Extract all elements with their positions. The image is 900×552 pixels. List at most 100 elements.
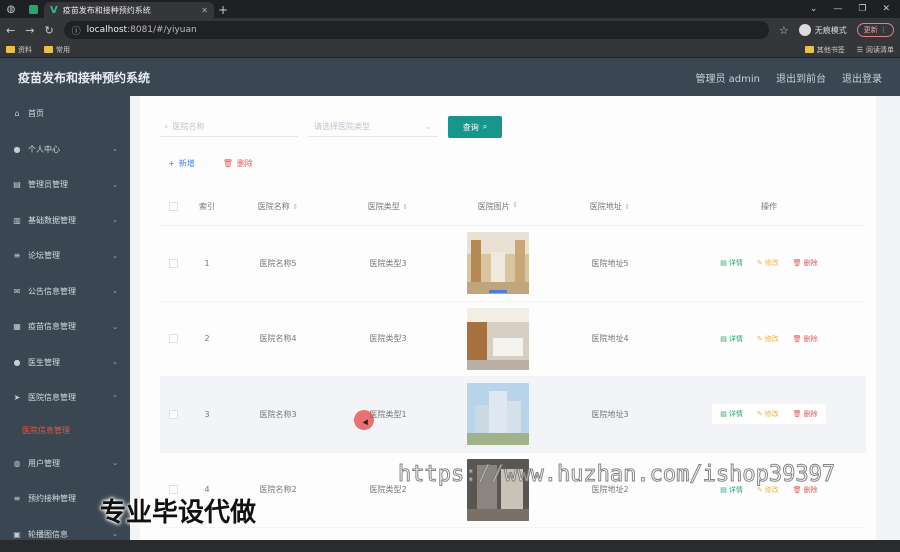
select-all-checkbox[interactable]: [169, 202, 178, 211]
hospital-image[interactable]: [467, 383, 529, 445]
delete-button[interactable]: 🗑删除: [793, 334, 818, 344]
sidebar-item-hospital[interactable]: ➤医院信息管理⌃: [0, 380, 130, 416]
edit-button[interactable]: ✎修改: [757, 334, 779, 344]
sidebar-item-profile[interactable]: ●个人中心⌄: [0, 132, 130, 168]
edit-button[interactable]: ✎修改: [757, 258, 779, 268]
header-address[interactable]: 医院地址 ⇕: [548, 201, 672, 212]
sidebar-item-label: 医生管理: [28, 357, 60, 368]
delete-label: 删除: [804, 334, 818, 344]
delete-button[interactable]: 🗑删除: [793, 409, 818, 419]
action-row: + 新增 🗑删除: [168, 158, 253, 169]
add-label: 新增: [179, 158, 195, 169]
app-header: 疫苗发布和接种预约系统 管理员 admin 退出到前台 退出登录: [0, 58, 900, 96]
bookmark-label: 常用: [56, 45, 70, 55]
sidebar-item-users[interactable]: ◍用户管理⌄: [0, 446, 130, 482]
chevron-down-icon[interactable]: ⌄: [810, 4, 818, 14]
sidebar-item-admin[interactable]: ▤管理员管理⌄: [0, 167, 130, 203]
admin-label: 管理员 admin: [695, 70, 760, 85]
sidebar-item-doctor[interactable]: ●医生管理⌄: [0, 345, 130, 381]
row-checkbox[interactable]: [169, 334, 178, 343]
mail-icon: ✉: [12, 287, 22, 296]
front-link[interactable]: 退出到前台: [776, 70, 826, 85]
new-tab-button[interactable]: +: [214, 2, 232, 18]
minimize-icon[interactable]: —: [833, 4, 842, 14]
url-path: :8081/#/yiyuan: [127, 25, 197, 35]
detail-button[interactable]: ▤详情: [720, 409, 743, 419]
globe-icon: ◍: [12, 459, 22, 468]
detail-button[interactable]: ▤详情: [720, 258, 743, 268]
sidebar-item-vaccine[interactable]: ▦疫苗信息管理⌄: [0, 309, 130, 345]
vue-logo-icon: V: [50, 5, 58, 16]
bookmark-label: 其他书签: [817, 45, 845, 55]
star-icon[interactable]: ☆: [779, 24, 789, 37]
incognito-indicator[interactable]: 无痕模式: [799, 24, 847, 36]
watermark-url: https://www.huzhan.com/ishop39397: [398, 462, 835, 487]
detail-label: 详情: [729, 258, 743, 268]
pinned-tab-icon[interactable]: [22, 0, 44, 18]
cell-type: 医院类型3: [328, 333, 448, 344]
bookmark-folder-2[interactable]: 常用: [44, 45, 70, 55]
reload-icon[interactable]: ↻: [44, 24, 53, 37]
sidebar-item-notice[interactable]: ✉公告信息管理⌄: [0, 274, 130, 310]
table-row: 1 医院名称5 医院类型3 医院地址5 ▤详情 ✎修改 🗑删除: [160, 226, 866, 302]
header-type[interactable]: 医院类型 ⇕: [328, 201, 448, 212]
back-icon[interactable]: ←: [6, 24, 15, 37]
sidebar-subitem-hospital-info[interactable]: 医院信息管理: [0, 416, 130, 446]
sidebar-item-basedata[interactable]: ▥基础数据管理⌄: [0, 203, 130, 239]
edit-icon: ✎: [757, 335, 763, 343]
sidebar-item-label: 论坛管理: [28, 250, 60, 261]
trash-icon: 🗑: [793, 410, 802, 418]
user-icon: ●: [12, 358, 22, 367]
restore-icon[interactable]: ❐: [858, 4, 866, 14]
folder-icon: [44, 46, 53, 53]
sidebar-item-forum[interactable]: ≡论坛管理⌄: [0, 238, 130, 274]
close-tab-icon[interactable]: ✕: [201, 6, 208, 15]
bookmark-label: 阅读清单: [866, 45, 894, 55]
batch-delete-button[interactable]: 🗑删除: [223, 158, 253, 169]
query-button[interactable]: 查询 ⌕: [448, 116, 502, 138]
detail-icon: ▤: [720, 410, 727, 418]
reading-list[interactable]: ☰阅读清单: [857, 45, 894, 55]
tab-active[interactable]: V 疫苗发布和接种预约系统 ✕: [44, 2, 214, 18]
plus-icon: +: [168, 159, 175, 168]
edit-label: 修改: [765, 334, 779, 344]
forward-icon[interactable]: →: [25, 24, 34, 37]
cell-type: 医院类型1: [328, 409, 448, 420]
other-bookmarks[interactable]: 其他书签: [805, 45, 845, 55]
chevron-up-icon: ⌃: [112, 394, 118, 402]
close-window-icon[interactable]: ✕: [882, 4, 890, 14]
delete-button[interactable]: 🗑删除: [793, 258, 818, 268]
logout-link[interactable]: 退出登录: [842, 70, 882, 85]
user-icon: ●: [12, 145, 22, 154]
sort-icon: ⇕: [292, 203, 298, 211]
hospital-image[interactable]: [467, 232, 529, 294]
add-button[interactable]: + 新增: [168, 158, 195, 169]
bookmark-folder-1[interactable]: 资料: [6, 45, 32, 55]
delete-label: 删除: [237, 158, 253, 169]
app-title: 疫苗发布和接种预约系统: [18, 69, 150, 86]
update-button[interactable]: 更新 ⋮: [857, 23, 894, 37]
detail-label: 详情: [729, 334, 743, 344]
sidebar-item-home[interactable]: ⌂首页: [0, 96, 130, 132]
cell-address: 医院地址4: [548, 333, 672, 344]
hospital-name-input[interactable]: ⌕ 医院名称: [160, 117, 298, 137]
hospital-type-select[interactable]: 请选择医院类型 ⌄: [308, 117, 438, 137]
row-checkbox[interactable]: [169, 259, 178, 268]
table-header: 索引 医院名称 ⇕ 医院类型 ⇕ 医院图片 ⇕ 医院地址 ⇕ 操作: [160, 188, 866, 226]
chevron-down-icon: ⌄: [112, 181, 118, 189]
globe-tab-icon[interactable]: ◍: [0, 0, 22, 18]
sidebar-item-label: 轮播图信息: [28, 529, 68, 540]
search-icon: ⌕: [164, 122, 168, 132]
edit-button[interactable]: ✎修改: [757, 409, 779, 419]
table-row: 3 医院名称3 医院类型1 医院地址3 ▤详情 ✎修改 🗑删除: [160, 377, 866, 453]
header-image[interactable]: 医院图片 ⇕: [448, 201, 548, 212]
chevron-down-icon: ⌄: [112, 323, 118, 331]
query-label: 查询: [463, 122, 479, 133]
url-field[interactable]: ⓘ localhost:8081/#/yiyuan: [64, 21, 769, 39]
header-name[interactable]: 医院名称 ⇕: [228, 201, 328, 212]
edit-icon: ✎: [757, 259, 763, 267]
row-checkbox[interactable]: [169, 410, 178, 419]
hospital-image[interactable]: [467, 308, 529, 370]
edit-icon: ✎: [757, 410, 763, 418]
detail-button[interactable]: ▤详情: [720, 334, 743, 344]
